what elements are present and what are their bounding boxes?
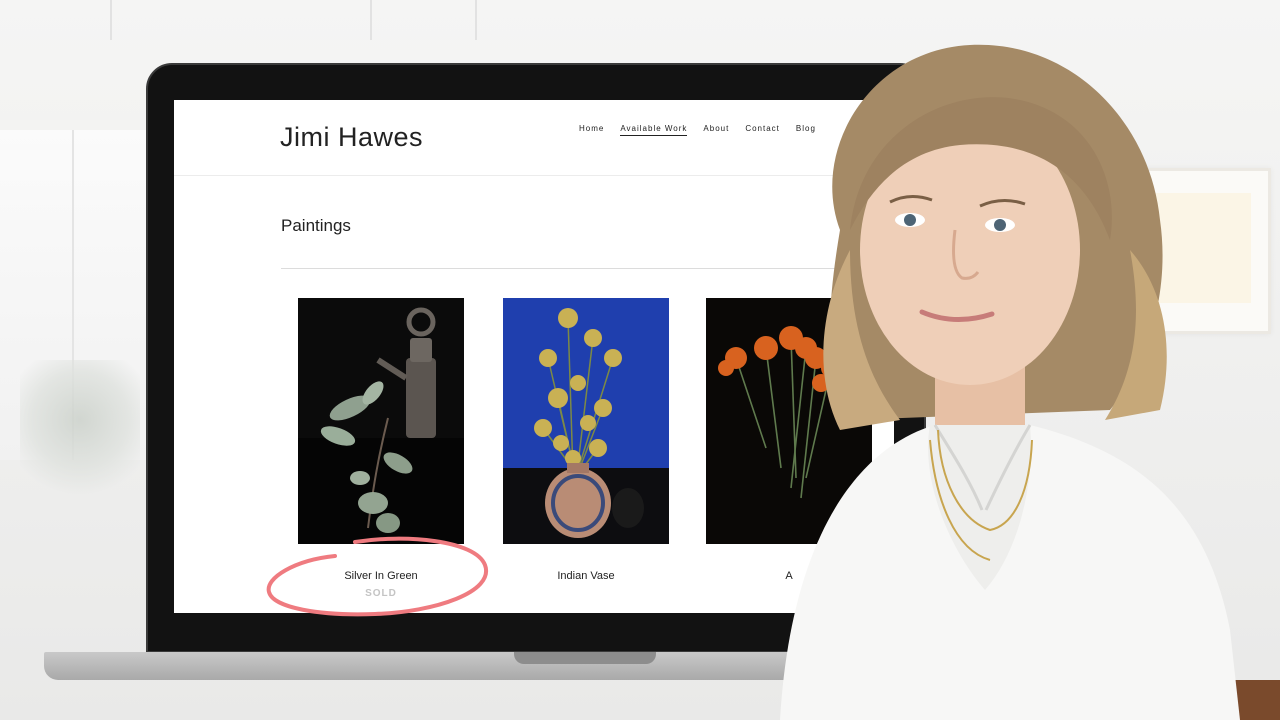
artwork-image-silver-in-green[interactable] bbox=[298, 298, 464, 544]
nav-home[interactable]: Home bbox=[579, 124, 604, 136]
annotation-circle bbox=[266, 536, 489, 617]
ceiling-rail bbox=[110, 0, 112, 40]
site-title[interactable]: Jimi Hawes bbox=[280, 122, 423, 153]
laptop-notch bbox=[514, 652, 656, 664]
page-heading: Paintings bbox=[281, 216, 351, 235]
ceiling-rail bbox=[370, 0, 372, 40]
ceiling-rail bbox=[475, 0, 477, 40]
artwork-title-indian-vase[interactable]: Indian Vase bbox=[503, 570, 669, 582]
nav-available-work[interactable]: Available Work bbox=[620, 124, 688, 136]
artwork-image-indian-vase[interactable] bbox=[503, 298, 669, 544]
presenter-person bbox=[780, 44, 1240, 720]
background-plant bbox=[20, 360, 140, 510]
